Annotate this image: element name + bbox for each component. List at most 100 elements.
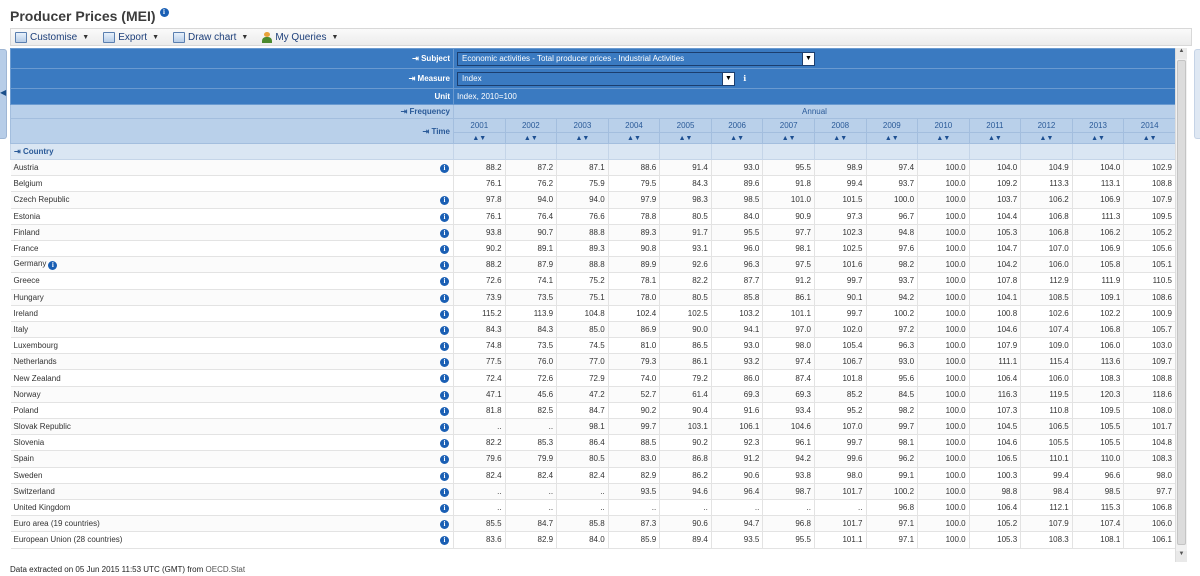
sort-icon[interactable]: ▲▼ xyxy=(504,132,558,144)
info-icon[interactable]: ℹ xyxy=(743,74,746,83)
sort-icon[interactable]: ▲▼ xyxy=(865,132,919,144)
subject-select[interactable]: Economic activities - Total producer pri… xyxy=(457,51,815,66)
info-icon[interactable]: i xyxy=(440,520,449,530)
table-row: Austria i 88.2 87.2 87.1 88.6 91.4 93.0 95.5 98.9… xyxy=(10,159,1175,177)
table-row: Netherlands i 77.5 76.0 77.0 79.3 86.1 93.2 97.4… xyxy=(10,353,1175,371)
value-cell: 98.0 xyxy=(762,337,815,355)
info-icon[interactable]: i xyxy=(440,325,449,335)
value-cell: 97.2 xyxy=(866,321,919,339)
sort-icon[interactable]: ▲▼ xyxy=(762,132,815,144)
info-icon[interactable]: i xyxy=(440,261,449,271)
scroll-thumb[interactable] xyxy=(1177,60,1186,545)
info-icon[interactable]: i xyxy=(159,7,169,17)
source-link[interactable]: OECD.Stat xyxy=(206,565,246,574)
vertical-scrollbar[interactable]: ▲ ▼ xyxy=(1175,48,1187,562)
info-icon[interactable]: i xyxy=(440,406,449,416)
value-cell: 101.1 xyxy=(814,531,867,549)
value-cell: 77.0 xyxy=(556,353,609,371)
measure-select[interactable]: Index ▼ xyxy=(457,71,735,86)
value-cell: 79.9 xyxy=(505,450,558,468)
country-name: Slovenia xyxy=(13,438,45,448)
value-cell: 79.6 xyxy=(453,450,506,468)
sort-icon[interactable]: ▲▼ xyxy=(1123,132,1175,144)
sort-icon[interactable]: ▲▼ xyxy=(607,132,661,144)
info-icon[interactable]: i xyxy=(440,293,449,303)
value-cell: 108.3 xyxy=(1072,369,1125,387)
value-cell: 98.9 xyxy=(814,159,867,177)
draw-chart-menu[interactable]: Draw chart ▼ xyxy=(173,31,248,43)
frequency-row: ⇥ Frequency Annual xyxy=(10,104,1175,119)
table-row: Sweden i 82.4 82.4 82.4 82.9 86.2 90.6 93.8 98.0 9… xyxy=(10,467,1175,484)
info-icon[interactable]: i xyxy=(440,487,449,497)
sort-icon[interactable]: ▲▼ xyxy=(556,132,609,144)
value-cell: 97.7 xyxy=(762,224,815,241)
info-icon[interactable]: i xyxy=(440,423,449,432)
info-icon[interactable]: i xyxy=(440,277,449,287)
value-cell: 88.2 xyxy=(453,159,506,177)
value-cell: 72.4 xyxy=(453,369,506,387)
info-icon[interactable]: i xyxy=(440,390,449,400)
info-icon[interactable]: i xyxy=(440,503,449,513)
value-cell: 88.5 xyxy=(608,434,661,452)
year-header-row: ⇥ Time 2001 2002 2003 2004 2005 2006 2007 2008 2… xyxy=(10,118,1175,144)
country-header-cell xyxy=(1071,143,1125,160)
export-menu[interactable]: Export ▼ xyxy=(103,31,159,43)
info-icon[interactable]: i xyxy=(440,374,449,384)
value-cell: 100.0 xyxy=(917,499,970,517)
sort-icon[interactable]: ▲▼ xyxy=(453,132,506,144)
country-name: Belgium xyxy=(13,179,43,189)
table-row: France i 90.2 89.1 89.3 90.8 93.1 96.0 98.1 102.5… xyxy=(10,240,1175,258)
sort-icon[interactable]: ▲▼ xyxy=(659,132,712,144)
value-cell: 90.2 xyxy=(453,240,506,258)
sort-icon[interactable]: ▲▼ xyxy=(968,132,1022,144)
value-cell: 97.9 xyxy=(608,191,661,209)
customise-menu[interactable]: Customise ▼ xyxy=(15,31,89,43)
value-cell: 96.6 xyxy=(1072,467,1125,484)
value-cell: 106.5 xyxy=(969,450,1022,468)
sort-icon[interactable]: ▲▼ xyxy=(1071,132,1125,144)
scroll-up-icon[interactable]: ▲ xyxy=(1176,48,1187,59)
info-icon[interactable]: i xyxy=(440,471,449,481)
country-name: European Union (28 countries) xyxy=(13,535,123,545)
value-cell: 78.1 xyxy=(608,272,661,290)
chevron-left-icon[interactable]: ◀ xyxy=(0,88,6,97)
value-cell: 100.0 xyxy=(917,337,970,355)
info-icon[interactable]: i xyxy=(440,244,449,254)
value-cell: 106.8 xyxy=(1020,224,1073,241)
value-cell: 110.1 xyxy=(1020,450,1073,468)
chevron-down-icon[interactable]: ▼ xyxy=(722,72,734,85)
info-icon[interactable]: i xyxy=(440,455,449,465)
scroll-down-icon[interactable]: ▼ xyxy=(1176,551,1187,562)
info-icon[interactable]: i xyxy=(440,164,449,173)
value-cell: .. xyxy=(505,418,558,436)
info-icon[interactable]: i xyxy=(440,196,449,206)
chevron-down-icon[interactable]: ▼ xyxy=(802,52,814,65)
info-icon[interactable]: i xyxy=(440,439,449,449)
export-label: Export xyxy=(118,31,148,43)
value-cell: 100.0 xyxy=(917,240,970,258)
country-cell: Finland i xyxy=(10,224,454,241)
my-queries-menu[interactable]: My Queries ▼ xyxy=(262,31,338,43)
value-cell: 109.5 xyxy=(1123,208,1175,225)
value-cell: 101.5 xyxy=(814,191,867,209)
info-icon[interactable]: i xyxy=(440,228,449,238)
value-cell: 85.9 xyxy=(608,531,661,549)
value-cell: 101.0 xyxy=(762,191,815,209)
sort-icon[interactable]: ▲▼ xyxy=(1020,132,1073,144)
sort-icon[interactable]: ▲▼ xyxy=(710,132,764,144)
info-icon[interactable]: i xyxy=(440,536,449,546)
value-cell: 75.1 xyxy=(556,289,609,306)
info-icon[interactable]: i xyxy=(440,342,449,352)
info-icon[interactable]: i xyxy=(48,261,58,271)
sort-icon[interactable]: ▲▼ xyxy=(917,132,970,144)
value-cell: 96.7 xyxy=(866,208,919,225)
info-icon[interactable]: i xyxy=(440,212,449,222)
info-icon[interactable]: i xyxy=(440,358,449,368)
value-cell: 100.0 xyxy=(917,450,970,468)
right-panel-tab[interactable] xyxy=(1194,49,1200,139)
chart-icon xyxy=(173,31,186,43)
value-cell: 105.5 xyxy=(1020,434,1073,452)
info-icon[interactable]: i xyxy=(440,309,449,319)
table-row: Germany i i 88.2 87.9 88.8 89.9 92.6 96.3 97.5 101… xyxy=(10,256,1175,274)
sort-icon[interactable]: ▲▼ xyxy=(813,132,867,144)
